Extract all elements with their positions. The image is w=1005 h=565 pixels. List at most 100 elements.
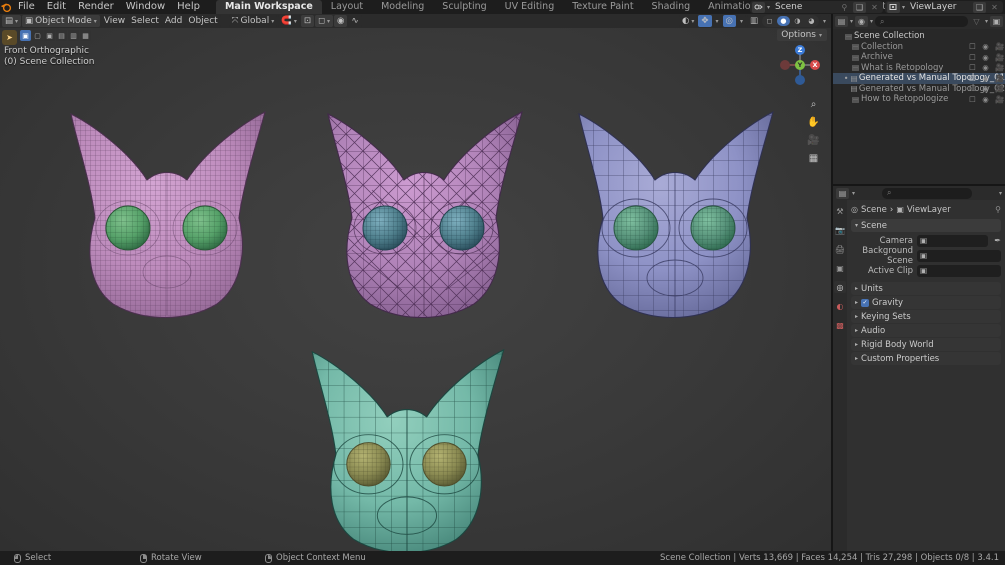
mesh-dense-quad-head[interactable]: [55, 100, 270, 325]
workspace-tab-modeling[interactable]: Modeling: [372, 0, 433, 14]
outliner-search-input[interactable]: ⌕: [875, 16, 968, 27]
tweak-tool-icon[interactable]: ➤: [2, 30, 17, 45]
new-collection-icon[interactable]: ▣: [990, 16, 1003, 27]
eye-icon[interactable]: ◉: [982, 95, 989, 104]
toggle-ortho-grid-icon[interactable]: ▦: [807, 152, 820, 165]
scene-selector[interactable]: ▾ Scene ⚲ ❑ ✕: [750, 1, 883, 13]
viewlayer-selector[interactable]: ▾ ViewLayer ❑ ✕: [885, 1, 1003, 13]
filter-id-icon[interactable]: ◉: [855, 16, 868, 27]
output-tab-icon[interactable]: 🖨: [834, 243, 846, 255]
eyedropper-icon[interactable]: ✒: [994, 236, 1001, 245]
outliner-row[interactable]: ▤Archive☐◉🎥: [833, 52, 1005, 63]
properties-editor[interactable]: ▤ ▾ ⌕ ▾ ⚒📷🖨▣◎◐▩ ◎ Scene › ▣ ViewLayer ⚲ …: [833, 186, 1005, 551]
snap-target-icon[interactable]: ⊡: [301, 15, 314, 27]
workspace-tab-sculpting[interactable]: Sculpting: [433, 0, 495, 14]
xray-icon[interactable]: ▥: [747, 15, 761, 27]
world-tab-icon[interactable]: ◐: [834, 300, 846, 312]
gizmo-caret-icon[interactable]: ▾: [713, 15, 722, 27]
select-difference-icon[interactable]: ▦: [80, 30, 91, 41]
wireframe-shading-icon[interactable]: ◻: [763, 16, 776, 26]
proportional-edit-icon[interactable]: ◻▾: [315, 15, 333, 27]
overlays-caret-icon[interactable]: ▾: [737, 15, 746, 27]
mesh-triangulated-head[interactable]: [312, 100, 527, 325]
tool-tab-icon[interactable]: ⚒: [834, 205, 846, 217]
outliner-row[interactable]: ▤Collection☐◉🎥: [833, 42, 1005, 53]
scene-tab-icon[interactable]: ◎: [834, 281, 846, 293]
mesh-retopologized-head-teal[interactable]: [295, 338, 510, 551]
proportional-connected-icon[interactable]: ∿: [348, 15, 361, 27]
zoom-icon[interactable]: ⌕: [807, 98, 820, 111]
properties-search-input[interactable]: ⌕: [882, 188, 972, 199]
checkbox-off[interactable]: ☐: [969, 53, 976, 62]
camera-icon[interactable]: 🎥: [995, 53, 1002, 62]
camera-icon[interactable]: 🎥: [995, 95, 1002, 104]
unlink-icon[interactable]: ✕: [868, 2, 881, 13]
panel-custom-properties[interactable]: ▸Custom Properties: [851, 352, 1001, 365]
pan-hand-icon[interactable]: ✋: [807, 116, 820, 129]
viewport-menu-add[interactable]: Add: [162, 15, 185, 27]
viewport-canvas[interactable]: ➤▢⌖✥⟳⤢⧉✎📏▣ ▣▢▣▤▥▦ Front Orthographic (0)…: [0, 28, 831, 551]
gizmo-icon[interactable]: ✥: [698, 15, 711, 27]
new-data-icon[interactable]: ❑: [853, 2, 866, 13]
pin-icon[interactable]: ⚲: [838, 2, 851, 13]
camera-icon[interactable]: 🎥: [995, 42, 1002, 51]
select-set-icon[interactable]: ▣: [20, 30, 31, 41]
overlays-icon[interactable]: ◎: [723, 15, 736, 27]
scene-panel-header[interactable]: ▾ Scene: [851, 219, 1001, 232]
menu-help[interactable]: Help: [171, 0, 206, 14]
outliner-row[interactable]: ▤Generated vs Manual Topology_02☐◉🎥: [833, 84, 1005, 95]
funnel-icon[interactable]: ▽: [970, 16, 983, 27]
transform-orientation-selector[interactable]: ⤧ Global ▾: [229, 15, 278, 27]
viewport-menu-object[interactable]: Object: [185, 15, 220, 27]
blender-logo-icon[interactable]: [0, 0, 12, 14]
new-data-icon[interactable]: ❑: [973, 2, 986, 13]
panel-rigid-body-world[interactable]: ▸Rigid Body World: [851, 338, 1001, 351]
viewport-menu-select[interactable]: Select: [128, 15, 162, 27]
properties-editor-icon[interactable]: ▤: [836, 188, 849, 199]
field-input-background-scene[interactable]: ▣: [917, 250, 1001, 262]
mode-selector[interactable]: ▣ Object Mode ▾: [22, 15, 100, 27]
menu-file[interactable]: File: [12, 0, 41, 14]
workspace-tab-shading[interactable]: Shading: [643, 0, 700, 14]
viewport-options-dropdown[interactable]: Options ▾: [777, 29, 827, 41]
select-subtract-icon[interactable]: ▣: [44, 30, 55, 41]
viewlayer-tab-icon[interactable]: ▣: [834, 262, 846, 274]
gizmo-axis-x[interactable]: X: [810, 60, 820, 70]
menu-edit[interactable]: Edit: [41, 0, 72, 14]
select-intersect-icon[interactable]: ▥: [68, 30, 79, 41]
material-preview-icon[interactable]: ◑: [791, 16, 804, 26]
eye-icon[interactable]: ◉: [982, 63, 989, 72]
gizmo-axis-y[interactable]: Y: [795, 60, 805, 70]
eye-icon[interactable]: ◉: [982, 84, 989, 93]
outliner-row[interactable]: •▤Generated vs Manual Topology_01☑◉🎥: [833, 73, 1005, 84]
outliner-row[interactable]: ▤Scene Collection: [833, 31, 1005, 42]
panel-units[interactable]: ▸Units: [851, 282, 1001, 295]
checkbox-off[interactable]: ☐: [969, 84, 976, 93]
gizmo-axis-neg-z[interactable]: [795, 75, 805, 85]
workspace-tab-main-workspace[interactable]: Main Workspace: [216, 0, 322, 14]
camera-icon[interactable]: 🎥: [995, 84, 1002, 93]
workspace-tab-uv-editing[interactable]: UV Editing: [496, 0, 564, 14]
outliner-editor[interactable]: ▤ ▾ ◉ ▾ ⌕ ▽ ▾ ▣ ▤Scene Collection▤Collec…: [833, 14, 1005, 184]
panel-keying-sets[interactable]: ▸Keying Sets: [851, 310, 1001, 323]
falloff-curve-icon[interactable]: ◉: [334, 15, 347, 27]
visibility-icon[interactable]: ◐▾: [679, 15, 697, 27]
panel-audio[interactable]: ▸Audio: [851, 324, 1001, 337]
panel-checkbox[interactable]: ✓: [861, 299, 869, 307]
pin-icon[interactable]: ⚲: [995, 205, 1001, 214]
field-input-active-clip[interactable]: ▣: [917, 265, 1001, 277]
eye-icon[interactable]: ◉: [982, 42, 989, 51]
solid-shading-icon[interactable]: ●: [777, 16, 790, 26]
shading-caret-icon[interactable]: ▾: [820, 15, 829, 27]
menu-window[interactable]: Window: [120, 0, 171, 14]
texture-tab-icon[interactable]: ▩: [834, 319, 846, 331]
menu-render[interactable]: Render: [72, 0, 120, 14]
workspace-tab-texture-paint[interactable]: Texture Paint: [563, 0, 642, 14]
mesh-coarse-quad-head-blue[interactable]: [563, 100, 778, 325]
camera-icon[interactable]: 🎥: [995, 74, 1002, 83]
gizmo-axis-z[interactable]: Z: [795, 45, 805, 55]
workspace-tab-layout[interactable]: Layout: [322, 0, 372, 14]
viewport-menu-view[interactable]: View: [101, 15, 128, 27]
render-tab-icon[interactable]: 📷: [834, 224, 846, 236]
checkbox-off[interactable]: ☐: [969, 63, 976, 72]
